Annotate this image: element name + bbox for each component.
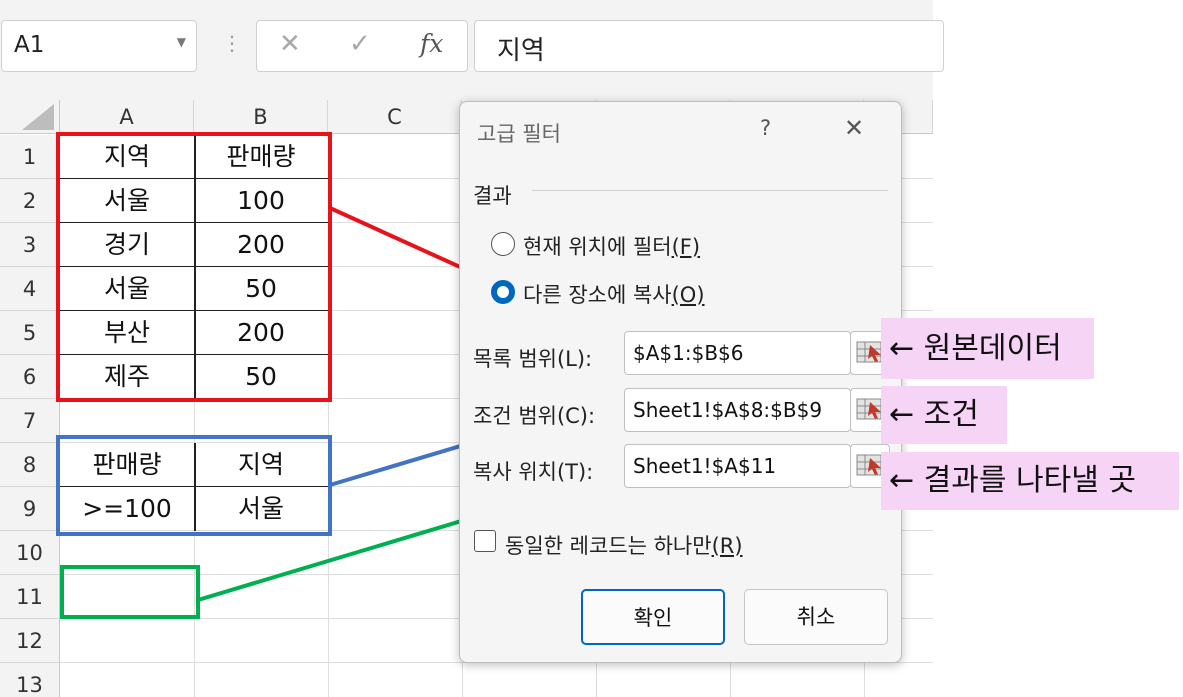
source-data-callout: ← 원본데이터: [881, 318, 1094, 379]
list-range-value: $A$1:$B$6: [633, 341, 744, 365]
criteria-range-input[interactable]: Sheet1!$A$8:$B$9: [624, 388, 851, 432]
radio-copy-to[interactable]: [491, 280, 515, 304]
result-section-label: 결과: [473, 184, 512, 208]
ok-button[interactable]: 확인: [581, 589, 725, 645]
source-range-box: [56, 132, 332, 402]
result-location-callout: ← 결과를 나타낼 곳: [881, 452, 1179, 510]
criteria-callout: ← 조건: [881, 386, 1007, 444]
radio-filter-in-place-label: 현재 위치에 필터(F): [523, 235, 701, 259]
section-divider: [532, 190, 888, 191]
list-range-input[interactable]: $A$1:$B$6: [624, 331, 851, 375]
help-button[interactable]: ?: [760, 116, 771, 140]
dialog-title: 고급 필터: [477, 122, 561, 146]
radio-filter-in-place[interactable]: [491, 232, 515, 256]
unique-records-checkbox[interactable]: [474, 530, 496, 552]
advanced-filter-dialog: 고급 필터 ? ✕ 결과 현재 위치에 필터(F) 다른 장소에 복사(O) 목…: [459, 101, 902, 663]
result-cell-box: [60, 565, 200, 619]
copy-to-input[interactable]: Sheet1!$A$11: [624, 444, 851, 488]
radio-copy-to-label: 다른 장소에 복사(O): [523, 283, 705, 307]
unique-records-label: 동일한 레코드는 하나만(R): [505, 534, 743, 558]
list-range-label: 목록 범위(L):: [473, 347, 593, 371]
copy-to-value: Sheet1!$A$11: [633, 454, 777, 478]
copy-to-label: 복사 위치(T):: [473, 460, 594, 484]
criteria-range-label: 조건 범위(C):: [473, 404, 596, 428]
criteria-range-value: Sheet1!$A$8:$B$9: [633, 398, 823, 422]
cancel-button[interactable]: 취소: [744, 589, 888, 645]
criteria-range-box: [56, 435, 332, 536]
close-button[interactable]: ✕: [844, 114, 864, 142]
